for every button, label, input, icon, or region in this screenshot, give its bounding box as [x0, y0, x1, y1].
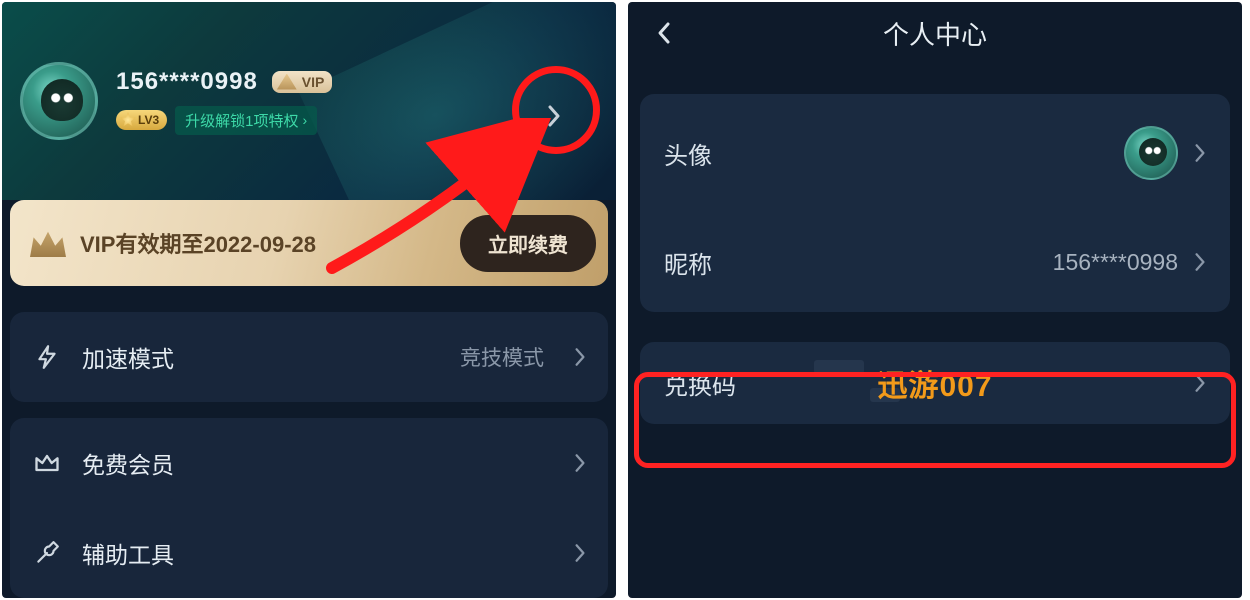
vip-expiry-text: VIP有效期至2022-09-28: [80, 227, 446, 259]
row-avatar[interactable]: 头像: [640, 94, 1230, 212]
avatar: [1124, 126, 1178, 180]
row-label: 头像: [664, 136, 1124, 171]
row-label: 免费会员: [82, 446, 544, 480]
chevron-right-icon: [1194, 373, 1206, 393]
profile-settings-group: 头像 昵称 156****0998: [640, 94, 1230, 312]
chevron-right-icon: [574, 347, 586, 367]
vip-badge: VIP: [272, 71, 333, 93]
row-accel-mode[interactable]: 加速模式 竞技模式: [10, 312, 608, 402]
redeem-code-value: 迅游007: [640, 361, 1230, 405]
star-icon: [120, 112, 136, 128]
row-assist-tools[interactable]: 辅助工具: [10, 508, 608, 598]
phone-screen-right: 个人中心 头像 昵称 156****0998 兑换码 迅游007: [628, 2, 1242, 598]
crown-icon: [276, 74, 298, 90]
chevron-right-icon: [1194, 143, 1206, 163]
upgrade-privilege-pill[interactable]: 升级解锁1项特权 ›: [175, 106, 317, 135]
back-button[interactable]: [644, 13, 684, 53]
annotation-circle: [512, 66, 600, 154]
lightning-icon: [32, 342, 62, 372]
row-label: 辅助工具: [82, 536, 544, 570]
username: 156****0998: [116, 68, 258, 96]
user-meta: 156****0998 VIP LV3 升级解锁1项特权 ›: [116, 68, 332, 135]
phone-screen-left: 156****0998 VIP LV3 升级解锁1项特权 ›: [2, 2, 616, 598]
chevron-right-icon: [1194, 252, 1206, 272]
wrench-icon: [32, 538, 62, 568]
row-value: 竞技模式: [460, 342, 544, 372]
profile-summary[interactable]: 156****0998 VIP LV3 升级解锁1项特权 ›: [20, 62, 332, 140]
row-free-member[interactable]: 免费会员: [10, 418, 608, 508]
crown-outline-icon: [32, 448, 62, 478]
chevron-right-icon: ›: [302, 112, 307, 128]
level-badge: LV3: [116, 110, 167, 130]
avatar[interactable]: [20, 62, 98, 140]
row-value: 156****0998: [1053, 249, 1178, 276]
crown-icon: [30, 229, 66, 257]
page-title: 个人中心: [628, 15, 1242, 52]
chevron-right-icon: [574, 453, 586, 473]
row-label: 昵称: [664, 245, 1053, 280]
vip-expiry-card: VIP有效期至2022-09-28 立即续费: [10, 200, 608, 286]
chevron-right-icon: [574, 543, 586, 563]
row-label: 加速模式: [82, 340, 440, 374]
upgrade-text: 升级解锁1项特权: [185, 110, 298, 131]
settings-group-2: 免费会员 辅助工具: [10, 418, 608, 598]
vip-badge-text: VIP: [302, 74, 325, 90]
row-redeem-code[interactable]: 兑换码 迅游007: [640, 342, 1230, 424]
title-bar: 个人中心: [628, 2, 1242, 64]
renew-button[interactable]: 立即续费: [460, 215, 596, 272]
level-text: LV3: [138, 113, 159, 127]
settings-group-1: 加速模式 竞技模式: [10, 312, 608, 402]
row-nickname[interactable]: 昵称 156****0998: [640, 212, 1230, 312]
